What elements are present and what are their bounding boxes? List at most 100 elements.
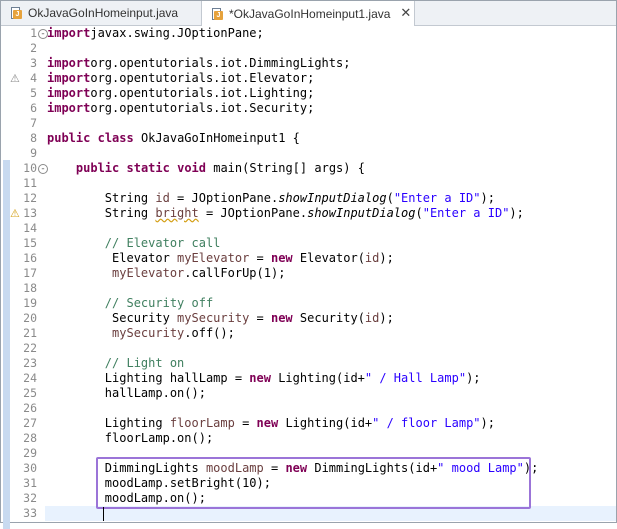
text-cursor bbox=[103, 507, 104, 521]
keyword-token: public bbox=[75, 161, 120, 175]
keyword-token: import bbox=[47, 86, 91, 100]
code-line[interactable]: importorg.opentutorials.iot.Elevator; bbox=[47, 71, 314, 86]
tab-okjavagoinhomeinput[interactable]: J OkJavaGoInHomeinput.java bbox=[1, 1, 197, 25]
code-line[interactable]: floorLamp.on(); bbox=[47, 431, 213, 446]
keyword-token: new bbox=[249, 371, 271, 385]
keyword-token: class bbox=[97, 131, 134, 145]
keyword-token: static bbox=[126, 161, 170, 175]
code-token: Lighting(id+ bbox=[270, 371, 365, 385]
keyword-token: new bbox=[270, 311, 293, 325]
code-line[interactable]: mySecurity.off(); bbox=[47, 326, 235, 341]
comment-token: // Security off bbox=[104, 296, 214, 310]
code-token: ( bbox=[386, 191, 394, 205]
string-token: " / Hall Lamp" bbox=[364, 371, 467, 385]
code-token: org.opentutorials.iot.DimmingLights; bbox=[90, 56, 351, 70]
code-line[interactable]: Lighting floorLamp = new Lighting(id+" /… bbox=[47, 416, 495, 431]
line-number: 16 bbox=[23, 251, 37, 265]
java-file-icon: J bbox=[210, 7, 224, 21]
code-line[interactable]: importjavax.swing.JOptionPane; bbox=[47, 26, 264, 41]
line-number: 15 bbox=[23, 236, 37, 250]
code-token: showInputDialog bbox=[278, 191, 387, 205]
code-token: ); bbox=[466, 371, 481, 385]
code-token: OkJavaGoInHomeinput1 { bbox=[133, 131, 300, 145]
comment-token: // Light on bbox=[104, 356, 185, 370]
string-token: "Enter a ID" bbox=[422, 206, 510, 220]
warning-icon[interactable]: ⚠ bbox=[10, 71, 20, 86]
keyword-token: import bbox=[47, 101, 91, 115]
keyword-token: public bbox=[47, 131, 91, 145]
code-token: myElevator bbox=[112, 266, 185, 280]
line-number: 27 bbox=[23, 416, 37, 430]
code-line[interactable]: Elevator myElevator = new Elevator(id); bbox=[47, 251, 394, 266]
code-line[interactable]: hallLamp.on(); bbox=[47, 386, 206, 401]
code-line[interactable]: // Light on bbox=[47, 356, 184, 371]
line-number: 24 bbox=[23, 371, 37, 385]
code-token: floorLamp.on(); bbox=[47, 431, 214, 445]
keyword-token: import bbox=[47, 26, 91, 40]
code-token: showInputDialog bbox=[307, 206, 416, 220]
code-token: ); bbox=[379, 311, 394, 325]
code-token: Security bbox=[47, 311, 178, 325]
code-line[interactable]: String bright = JOptionPane.showInputDia… bbox=[47, 206, 524, 221]
code-token: ); bbox=[480, 416, 495, 430]
code-line[interactable]: public static void main(String[] args) { bbox=[47, 161, 365, 176]
code-token: org.opentutorials.iot.Security; bbox=[90, 101, 315, 115]
comment-token: // Elevator call bbox=[104, 236, 221, 250]
line-number: 20 bbox=[23, 311, 37, 325]
code-token: ); bbox=[509, 206, 524, 220]
code-token: Elevator( bbox=[292, 251, 365, 265]
line-number: 26 bbox=[23, 401, 37, 415]
code-token: .off(); bbox=[184, 326, 235, 340]
code-line[interactable]: public class OkJavaGoInHomeinput1 { bbox=[47, 131, 300, 146]
code-token: Security( bbox=[292, 311, 365, 325]
code-token: org.opentutorials.iot.Lighting; bbox=[90, 86, 315, 100]
code-token: bright bbox=[155, 206, 199, 220]
keyword-token: import bbox=[47, 56, 91, 70]
line-number: 25 bbox=[23, 386, 37, 400]
keyword-token: new bbox=[256, 416, 279, 430]
line-number: 33 bbox=[23, 506, 37, 520]
code-token: myElevator bbox=[177, 251, 250, 265]
code-token: = JOptionPane. bbox=[169, 191, 279, 205]
code-token: = bbox=[249, 251, 271, 265]
editor-tab-bar: J OkJavaGoInHomeinput.java J *OkJavaGoIn… bbox=[1, 1, 616, 26]
code-token: = bbox=[234, 416, 257, 430]
code-token: javax.swing.JOptionPane; bbox=[90, 26, 264, 40]
line-number: 9 bbox=[30, 146, 37, 160]
code-line[interactable]: // Elevator call bbox=[47, 236, 221, 251]
code-token: ); bbox=[480, 191, 495, 205]
line-number: 17 bbox=[23, 266, 37, 280]
code-token: hallLamp.on(); bbox=[47, 386, 206, 400]
code-token: String bbox=[47, 191, 156, 205]
line-number: 30 bbox=[23, 461, 37, 475]
tab-okjavagoinhomeinput1[interactable]: J *OkJavaGoInHomeinput1.java ✕ bbox=[201, 1, 415, 26]
line-number: 2 bbox=[30, 41, 37, 55]
lightbulb-warning-icon[interactable]: ⚠ bbox=[10, 206, 20, 221]
code-line[interactable]: importorg.opentutorials.iot.Security; bbox=[47, 101, 314, 116]
code-line[interactable]: Lighting hallLamp = new Lighting(id+" / … bbox=[47, 371, 481, 386]
annotation-highlight-box bbox=[96, 457, 531, 509]
code-line[interactable]: Security mySecurity = new Security(id); bbox=[47, 311, 394, 326]
close-tab-icon[interactable]: ✕ bbox=[400, 6, 411, 21]
keyword-token: import bbox=[47, 71, 91, 85]
line-number: 14 bbox=[23, 221, 37, 235]
code-line[interactable]: // Security off bbox=[47, 296, 213, 311]
code-line[interactable]: importorg.opentutorials.iot.Lighting; bbox=[47, 86, 314, 101]
code-token: id bbox=[155, 191, 170, 205]
line-number: 6 bbox=[30, 101, 37, 115]
code-line[interactable]: myElevator.callForUp(1); bbox=[47, 266, 285, 281]
code-token: String bbox=[47, 206, 156, 220]
code-token: id bbox=[364, 251, 380, 265]
tab-label: *OkJavaGoInHomeinput1.java bbox=[229, 6, 391, 21]
code-line[interactable]: importorg.opentutorials.iot.DimmingLight… bbox=[47, 56, 350, 71]
code-line[interactable]: String id = JOptionPane.showInputDialog(… bbox=[47, 191, 495, 206]
code-token: Lighting hallLamp = bbox=[47, 371, 250, 385]
code-token: ( bbox=[415, 206, 423, 220]
code-token: mySecurity bbox=[177, 311, 250, 325]
